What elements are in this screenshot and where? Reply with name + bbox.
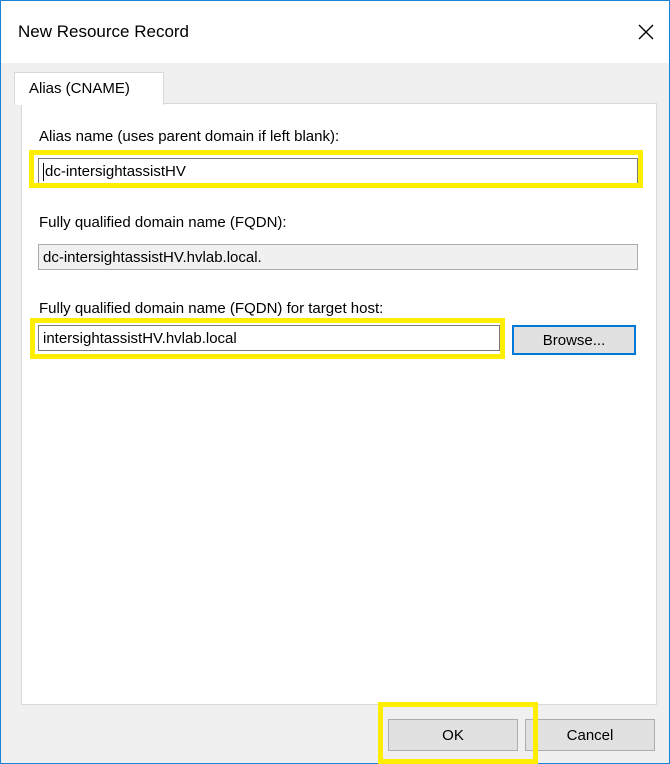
- fqdn-value: dc-intersightassistHV.hvlab.local.: [43, 249, 262, 266]
- target-host-input[interactable]: intersightassistHV.hvlab.local: [38, 325, 500, 351]
- title-bar: New Resource Record: [1, 1, 669, 63]
- cancel-button[interactable]: Cancel: [525, 719, 655, 751]
- target-host-label: Fully qualified domain name (FQDN) for t…: [39, 300, 384, 317]
- alias-name-label: Alias name (uses parent domain if left b…: [39, 128, 340, 145]
- cancel-button-label: Cancel: [566, 726, 614, 744]
- dialog-window: New Resource Record Alias (CNAME) Alias …: [0, 0, 670, 764]
- target-host-value: intersightassistHV.hvlab.local: [43, 330, 237, 347]
- close-button[interactable]: [623, 9, 669, 55]
- tab-panel: Alias name (uses parent domain if left b…: [21, 103, 657, 705]
- ok-button[interactable]: OK: [388, 719, 518, 751]
- alias-name-input[interactable]: dc-intersightassistHV: [38, 158, 638, 184]
- browse-button[interactable]: Browse...: [512, 325, 636, 355]
- tab-alias-cname[interactable]: Alias (CNAME): [14, 72, 164, 105]
- ok-button-label: OK: [442, 726, 464, 744]
- fqdn-field: dc-intersightassistHV.hvlab.local.: [38, 244, 638, 270]
- alias-name-value: dc-intersightassistHV: [45, 163, 186, 180]
- window-title: New Resource Record: [18, 22, 190, 41]
- tab-label: Alias (CNAME): [29, 80, 130, 97]
- close-icon: [638, 24, 654, 40]
- fqdn-label: Fully qualified domain name (FQDN):: [39, 214, 287, 231]
- text-caret: [43, 163, 44, 182]
- browse-button-label: Browse...: [542, 331, 606, 349]
